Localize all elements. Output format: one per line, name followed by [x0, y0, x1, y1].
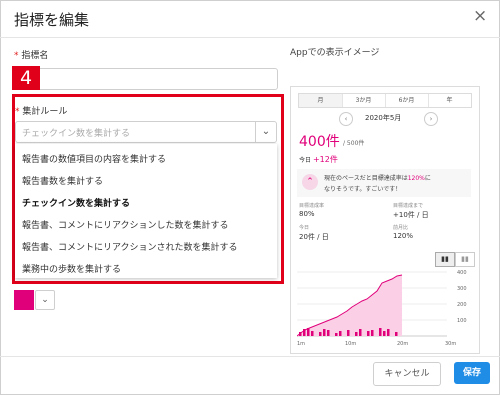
aggregation-option[interactable]: 報告書、コメントにリアクションした数を集計する: [22, 218, 229, 231]
aggregation-label-text: 集計ルール: [22, 107, 68, 117]
chevron-down-icon[interactable]: ⌄: [255, 122, 276, 142]
metric-name-label: * 指標名: [14, 48, 48, 61]
daily-bar: [383, 331, 386, 336]
y-tick: 400: [457, 270, 467, 276]
daily-bar: [319, 332, 322, 336]
x-tick: 10m: [345, 341, 356, 347]
footer-divider: [0, 356, 500, 357]
today-label: 今日 +12件: [299, 154, 338, 165]
stat-value: 20件 / 日: [299, 233, 329, 241]
required-mark: *: [15, 107, 20, 117]
forecast-rate: 120%: [407, 175, 425, 182]
y-tick: 200: [457, 302, 467, 308]
daily-bar: [371, 330, 374, 336]
today-value: +12件: [312, 155, 338, 164]
target-value: / 500件: [343, 140, 365, 147]
x-tick: 1m: [297, 341, 305, 347]
prev-period-icon[interactable]: ‹: [339, 112, 353, 126]
aggregation-option[interactable]: 報告書数を集計する: [22, 174, 103, 187]
tab-6-months[interactable]: 6か月: [385, 94, 429, 107]
forecast-text-a: 現在のペースだと目標達成率は: [324, 175, 408, 182]
stat-label: 前月比: [393, 225, 409, 231]
tab-3-months[interactable]: 3か月: [342, 94, 386, 107]
aggregation-placeholder: チェックイン数を集計する: [22, 129, 131, 139]
period-label: 2020年5月: [365, 114, 402, 122]
stat-label: 目標達成まで: [393, 203, 424, 209]
forecast-message: ⌃ 現在のペースだと目標達成率は120%に なりそうです。すごいです！: [297, 169, 471, 197]
daily-bar: [355, 332, 358, 336]
aggregation-dropdown: 報告書の数値項目の内容を集計する 報告書数を集計する チェックイン数を集計する …: [15, 144, 277, 278]
period-tabs: 月 3か月 6か月 年: [298, 93, 472, 108]
aggregation-option[interactable]: 報告書、コメントにリアクションされた数を集計する: [22, 240, 238, 253]
daily-bar: [395, 332, 398, 336]
trend-up-icon: ⌃: [302, 174, 318, 190]
callout-number-badge: 4: [12, 66, 40, 90]
stat-label: 目標達成率: [299, 203, 325, 209]
aggregation-select[interactable]: チェックイン数を集計する ⌄: [15, 121, 277, 143]
aggregation-label: * 集計ルール: [15, 104, 67, 117]
daily-bar: [379, 328, 382, 336]
stat-label: 今日: [299, 225, 310, 231]
daily-bar: [303, 329, 306, 336]
stat-value: 80%: [299, 210, 315, 218]
x-tick: 30m: [445, 341, 456, 347]
daily-bar: [359, 329, 362, 336]
tab-year[interactable]: 年: [428, 94, 471, 107]
cancel-button[interactable]: キャンセル: [373, 362, 441, 386]
daily-bar: [339, 331, 342, 336]
header-divider: [0, 37, 500, 38]
daily-bar: [307, 328, 310, 336]
current-value: 400件: [299, 134, 340, 150]
daily-bar: [311, 331, 314, 336]
dialog-title: 指標を編集: [14, 11, 90, 29]
chevron-down-icon[interactable]: ⌄: [35, 290, 55, 310]
close-icon[interactable]: ×: [473, 6, 487, 26]
x-tick: 20m: [397, 341, 408, 347]
app-preview-card: 月 3か月 6か月 年 ‹ 2020年5月 › 400件 / 500件 今日 +…: [290, 86, 480, 354]
daily-bar: [327, 330, 330, 336]
daily-bar: [367, 331, 370, 336]
aggregation-option[interactable]: 報告書の数値項目の内容を集計する: [22, 152, 166, 165]
bar-chart-alt-icon[interactable]: ▮▮: [455, 252, 475, 267]
daily-bar: [299, 332, 302, 336]
y-tick: 300: [457, 286, 467, 292]
forecast-text-line1: 現在のペースだと目標達成率は120%に: [324, 173, 431, 182]
color-swatch[interactable]: [14, 290, 34, 310]
metric-name-input[interactable]: [12, 68, 278, 90]
save-button[interactable]: 保存: [454, 362, 490, 384]
forecast-text-c: に: [424, 175, 431, 182]
preview-title: Appでの表示イメージ: [290, 48, 380, 58]
tab-month[interactable]: 月: [299, 94, 343, 107]
aggregation-option[interactable]: 業務中の歩数を集計する: [22, 262, 121, 275]
daily-bar: [387, 329, 390, 336]
next-period-icon[interactable]: ›: [424, 112, 438, 126]
bar-chart-icon[interactable]: ▮▮: [435, 252, 455, 267]
stat-value: +10件 / 日: [393, 211, 429, 219]
y-tick: 100: [457, 318, 467, 324]
preview-chart: 400 300 200 100 1m 10m 20m 30m: [297, 270, 467, 347]
required-mark: *: [14, 51, 19, 61]
forecast-text-line2: なりそうです。すごいです！: [324, 186, 402, 193]
aggregation-option-selected[interactable]: チェックイン数を集計する: [22, 196, 130, 209]
daily-bar: [323, 329, 326, 336]
daily-bar: [335, 333, 338, 336]
stat-value: 120%: [393, 232, 414, 240]
metric-name-label-text: 指標名: [21, 51, 49, 61]
daily-bar: [347, 330, 350, 336]
today-label-text: 今日: [299, 157, 312, 164]
